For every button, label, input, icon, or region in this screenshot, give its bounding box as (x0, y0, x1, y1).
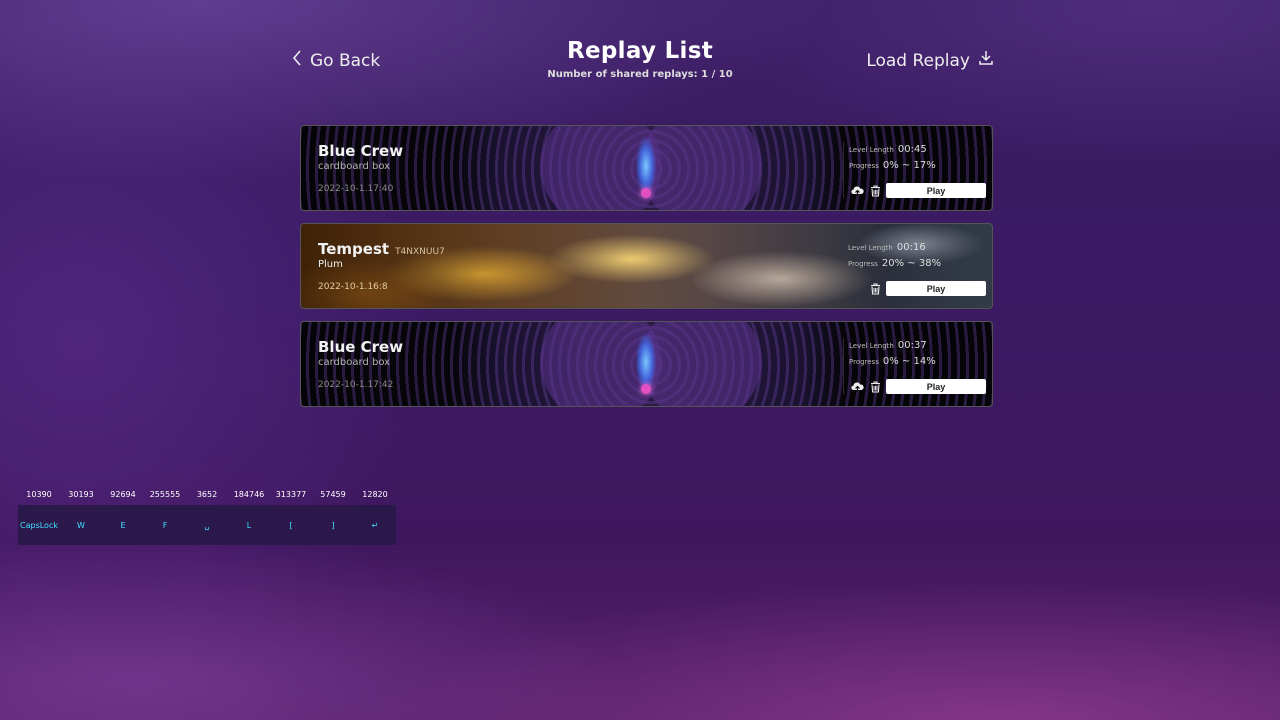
trash-icon[interactable] (868, 184, 882, 198)
level-length-label: Level Length (849, 146, 894, 154)
level-length-value: 00:16 (896, 242, 926, 253)
load-replay-button[interactable]: Load Replay (866, 50, 994, 71)
progress-label: Progress (849, 358, 879, 366)
key-label: ] (331, 520, 335, 530)
key-count: 3652 (196, 490, 218, 499)
key-count: 30193 (68, 490, 94, 499)
key-count: 92694 (110, 490, 136, 499)
replay-date: 2022-10-1.17:40 (318, 184, 394, 194)
key-viewer-overlay: 10390 30193 92694 255555 3652 184746 313… (18, 490, 396, 545)
replay-list: Blue Crew cardboard box 2022-10-1.17:40 … (300, 125, 993, 419)
level-name: Tempest (318, 240, 390, 258)
level-length-value: 00:45 (897, 144, 927, 155)
key-label: F (162, 520, 168, 530)
progress-value: 0% ~ 14% (882, 356, 936, 367)
title-block: Replay List Number of shared replays: 1 … (0, 38, 1280, 80)
replay-card: Blue Crew cardboard box 2022-10-1.17:40 … (300, 125, 993, 211)
progress-value: 0% ~ 17% (882, 160, 936, 171)
progress-label: Progress (848, 260, 878, 268)
key-count: 10390 (26, 490, 52, 499)
trash-icon[interactable] (868, 380, 882, 394)
level-length-value: 00:37 (897, 340, 927, 351)
key-label: ␣ (204, 520, 210, 530)
key-count: 255555 (149, 490, 181, 499)
level-subtitle: cardboard box (318, 357, 391, 368)
key-count: 313377 (275, 490, 307, 499)
play-button[interactable]: Play (886, 379, 986, 394)
trash-icon[interactable] (868, 282, 882, 296)
progress-label: Progress (849, 162, 879, 170)
key-label: ↵ (371, 520, 379, 530)
key-label: L (246, 520, 252, 530)
shared-replays-count: Number of shared replays: 1 / 10 (547, 69, 733, 80)
level-subtitle: Plum (318, 259, 343, 270)
play-button[interactable]: Play (886, 183, 986, 198)
replay-card: Blue Crew cardboard box 2022-10-1.17:42 … (300, 321, 993, 407)
load-replay-label: Load Replay (866, 50, 970, 71)
key-count-row: 10390 30193 92694 255555 3652 184746 313… (18, 490, 396, 499)
upload-cloud-icon[interactable] (850, 184, 864, 198)
level-name: Blue Crew (318, 142, 404, 160)
level-length-label: Level Length (849, 342, 894, 350)
key-count: 184746 (233, 490, 265, 499)
key-label: [ (289, 520, 293, 530)
page-title: Replay List (567, 38, 713, 64)
key-count: 12820 (362, 490, 388, 499)
download-icon (978, 50, 994, 71)
replay-card: Tempest T4NXNUU7 Plum 2022-10-1.16:8 Lev… (300, 223, 993, 309)
replay-date: 2022-10-1.17:42 (318, 380, 394, 390)
key-label: W (77, 520, 85, 530)
key-label: E (120, 520, 126, 530)
level-name: Blue Crew (318, 338, 404, 356)
upload-cloud-icon[interactable] (850, 380, 864, 394)
progress-value: 20% ~ 38% (881, 258, 942, 269)
level-length-label: Level Length (848, 244, 893, 252)
key-count: 57459 (320, 490, 346, 499)
replay-date: 2022-10-1.16:8 (318, 282, 388, 292)
key-label-row: CapsLock W E F ␣ L [ ] ↵ (18, 505, 396, 545)
share-code: T4NXNUU7 (395, 247, 445, 257)
key-label: CapsLock (20, 520, 58, 530)
level-subtitle: cardboard box (318, 161, 391, 172)
play-button[interactable]: Play (886, 281, 986, 296)
